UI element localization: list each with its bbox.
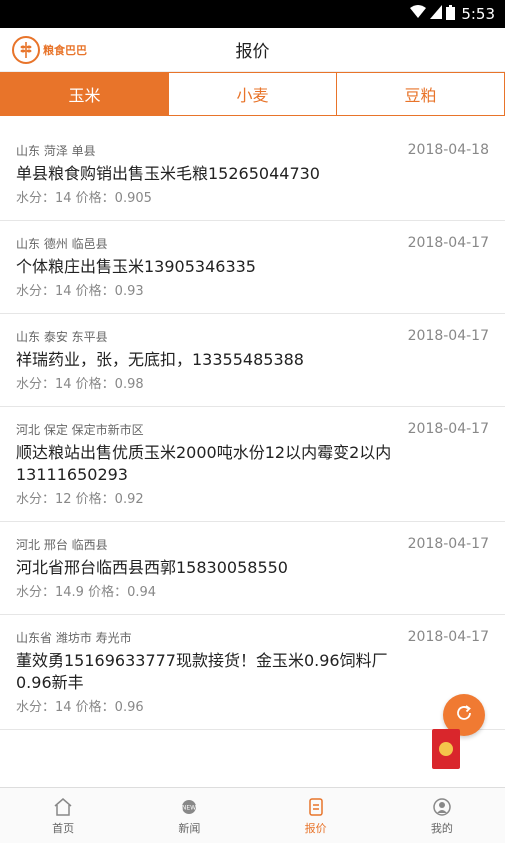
item-date: 2018-04-17 <box>407 421 489 437</box>
nav-label: 新闻 <box>178 821 201 835</box>
item-meta: 水分：14 价格：0.93 <box>16 284 144 299</box>
item-date: 2018-04-18 <box>407 142 489 158</box>
tab-soybean-meal[interactable]: 豆粕 <box>337 72 505 116</box>
item-meta: 水分：14 价格：0.96 <box>16 700 144 715</box>
status-bar: 5:53 <box>0 0 505 28</box>
svg-text:NEW: NEW <box>182 804 196 811</box>
app-bar: 粮食巴巴 报价 <box>0 28 505 72</box>
item-date: 2018-04-17 <box>407 235 489 251</box>
wifi-icon <box>410 5 427 23</box>
tab-corn[interactable]: 玉米 <box>0 72 169 116</box>
nav-label: 报价 <box>304 821 327 835</box>
status-icons <box>410 4 456 24</box>
nav-item-quote[interactable]: 报价 <box>253 788 379 843</box>
news-icon: NEW <box>178 796 200 818</box>
item-title: 祥瑞药业，张，无底扣，13355485388 <box>16 350 304 369</box>
status-time: 5:53 <box>461 5 495 23</box>
item-meta: 水分：12 价格：0.92 <box>16 492 144 507</box>
refresh-icon <box>453 702 475 728</box>
item-title: 单县粮食购销出售玉米毛粮15265044730 <box>16 164 320 183</box>
item-title: 顺达粮站出售优质玉米2000吨水份12以内霉变2以内13111650293 <box>16 443 392 484</box>
list-item[interactable]: 河北 保定 保定市新市区 2018-04-17 顺达粮站出售优质玉米2000吨水… <box>0 407 505 522</box>
profile-icon <box>431 796 453 818</box>
nav-item-profile[interactable]: 我的 <box>379 788 505 843</box>
wheat-icon <box>12 36 40 64</box>
list-item[interactable]: 山东 德州 临邑县 2018-04-17 个体粮庄出售玉米13905346335… <box>0 221 505 314</box>
item-title: 个体粮庄出售玉米13905346335 <box>16 257 256 276</box>
list-item[interactable]: 山东 泰安 东平县 2018-04-17 祥瑞药业，张，无底扣，13355485… <box>0 314 505 407</box>
quote-icon <box>305 796 327 818</box>
signal-icon <box>430 5 443 23</box>
item-meta: 水分：14 价格：0.98 <box>16 377 144 392</box>
red-packet-icon <box>439 742 453 756</box>
item-date: 2018-04-17 <box>407 536 489 552</box>
list-item[interactable]: 河北 邢台 临西县 2018-04-17 河北省邢台临西县西郭158300585… <box>0 522 505 615</box>
list-item[interactable]: 山东 菏泽 单县 2018-04-18 单县粮食购销出售玉米毛粮15265044… <box>0 128 505 221</box>
page-title: 报价 <box>235 42 270 62</box>
nav-label: 首页 <box>52 821 75 835</box>
app-logo[interactable]: 粮食巴巴 <box>12 36 87 64</box>
logo-text: 粮食巴巴 <box>43 44 87 57</box>
item-meta: 水分：14.9 价格：0.94 <box>16 585 157 600</box>
item-date: 2018-04-17 <box>407 328 489 344</box>
category-tabs: 玉米 小麦 豆粕 <box>0 72 505 116</box>
item-date: 2018-04-17 <box>407 629 489 645</box>
quote-list: 山东 菏泽 单县 2018-04-18 单县粮食购销出售玉米毛粮15265044… <box>0 128 505 730</box>
home-icon <box>52 796 74 818</box>
item-meta: 水分：14 价格：0.905 <box>16 191 152 206</box>
nav-label: 我的 <box>430 821 453 835</box>
nav-item-home[interactable]: 首页 <box>0 788 126 843</box>
bottom-nav: 首页 NEW 新闻 报价 我的 <box>0 787 505 843</box>
nav-item-news[interactable]: NEW 新闻 <box>126 788 252 843</box>
battery-icon <box>446 4 456 24</box>
tab-wheat[interactable]: 小麦 <box>169 72 337 116</box>
item-title: 河北省邢台临西县西郭15830058550 <box>16 558 288 577</box>
item-title: 董效勇15169633777现款接货！金玉米0.96饲料厂0.96新丰 <box>16 651 388 692</box>
red-packet-button[interactable] <box>432 729 460 769</box>
list-item[interactable]: 山东省 潍坊市 寿光市 2018-04-17 董效勇15169633777现款接… <box>0 615 505 730</box>
